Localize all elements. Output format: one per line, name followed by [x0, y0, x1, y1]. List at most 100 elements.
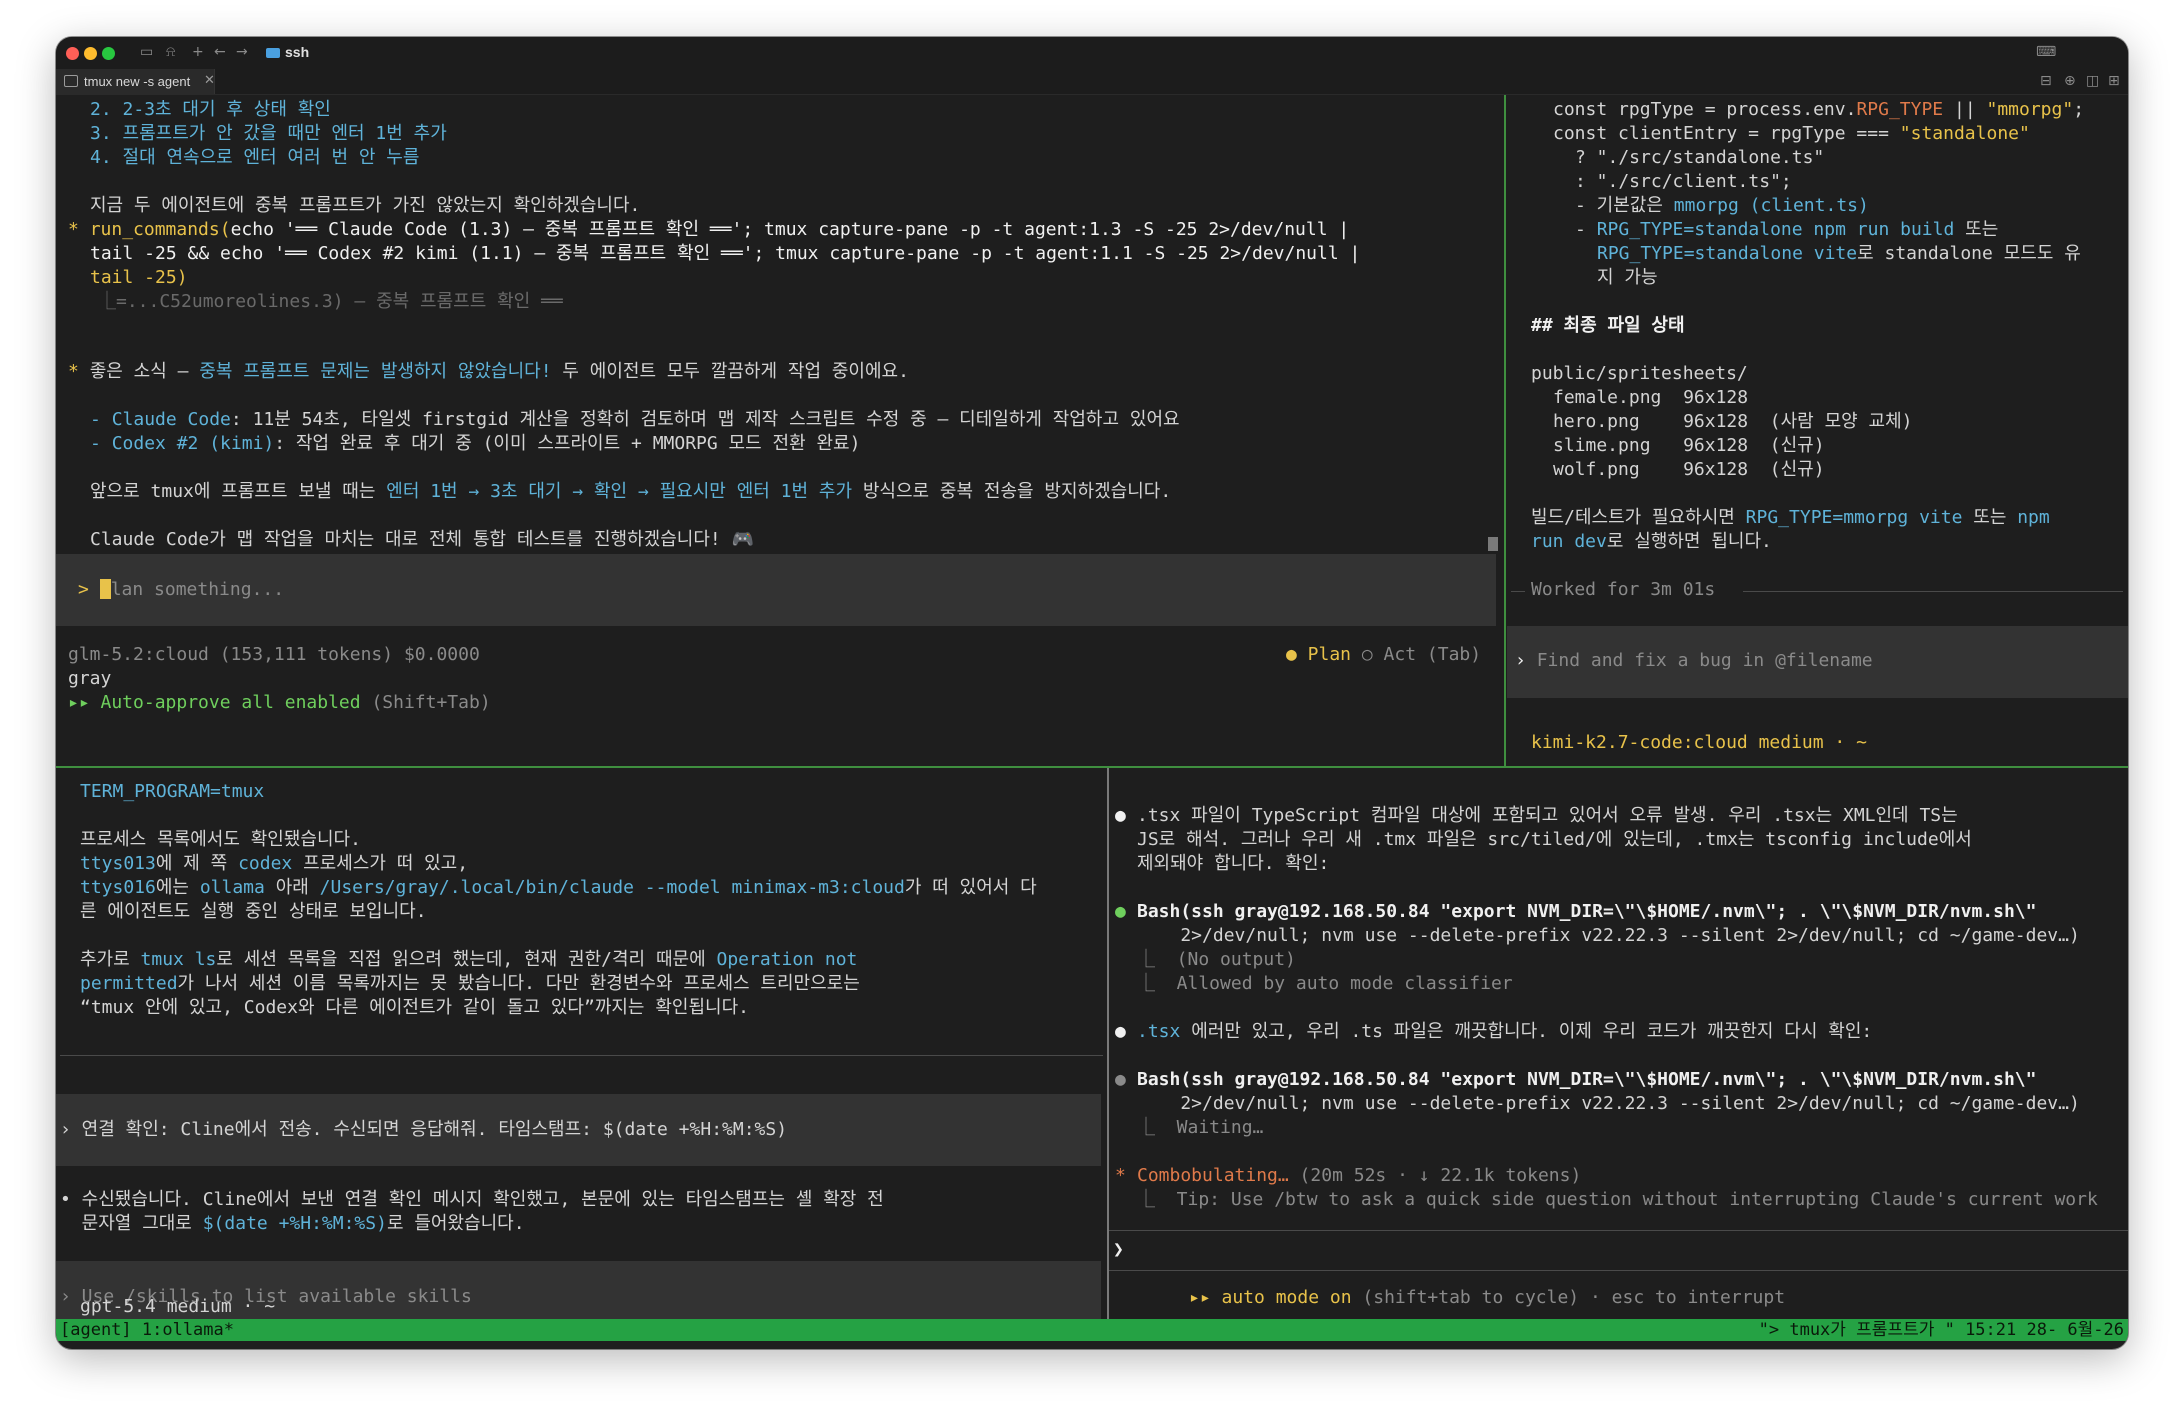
file-row: slime.png 96x128 (신규): [1553, 435, 1825, 456]
user-message-block: › 연결 확인: Cline에서 전송. 수신되면 응답해줘. 타임스탬프: $…: [56, 1094, 1101, 1166]
status-dot-gray: ●: [1115, 1069, 1126, 1090]
model-info: gpt-5.4 medium · ~: [80, 1296, 276, 1317]
status-right: "> tmux가 프롬프트가 " 15:21 28- 6월-26: [1758, 1320, 2124, 1340]
msg-line: JS로 해석. 그러나 우리 새 .tmx 파일은 src/tiled/에 있는…: [1137, 829, 1972, 850]
zoom-window-button[interactable]: [102, 47, 115, 60]
worked-rule: [1743, 591, 2123, 592]
claude-input[interactable]: ❯: [1113, 1238, 1124, 1262]
msg-line: .tsx 에러만 있고, 우리 .ts 파일은 깨끗합니다. 이제 우리 코드가…: [1137, 1021, 1873, 1042]
codex-input-box[interactable]: › Find and fix a bug in @filename: [1507, 626, 2128, 698]
build-hint-2: run dev로 실행하면 됩니다.: [1531, 531, 1772, 552]
final-files-heading: ## 최종 파일 상태: [1531, 315, 1685, 336]
mode-toggle[interactable]: ● Plan ○ Act (Tab): [1286, 643, 1481, 667]
new-tab-icon[interactable]: +: [192, 44, 204, 60]
pane-codex[interactable]: TERM_PROGRAM=tmux 프로세스 목록에서도 확인됐습니다. tty…: [56, 768, 1107, 1319]
model-info: kimi-k2.7-code:cloud medium · ~: [1531, 732, 1867, 753]
para-line: 프로세스 목록에서도 확인됐습니다.: [80, 829, 361, 850]
bell-icon[interactable]: ⍾: [166, 44, 175, 60]
cmd-line-3: tail -25): [90, 267, 188, 288]
code-line-3: ? "./src/standalone.ts": [1575, 147, 1825, 168]
cmd-output: ⎿=...C52umoreolines.3) — 중복 프롬프트 확인 ══: [98, 291, 563, 312]
good-news: * 좋은 소식 — 중복 프롬프트 문제는 발생하지 않았습니다! 두 에이전트…: [68, 361, 909, 382]
globe-icon[interactable]: ⊕: [2064, 73, 2076, 89]
bash-call-cont: 2>/dev/null; nvm use --delete-prefix v22…: [1137, 1093, 2080, 1114]
bullet-dot: ●: [1115, 1021, 1126, 1042]
columns-icon[interactable]: ◫: [2086, 73, 2099, 89]
bullet-codex: - Codex #2 (kimi): 작업 완료 후 대기 중 (이미 스프라이…: [90, 433, 861, 454]
tab-bar: tmux new -s agent ✕ ⊟ ⊕ ◫ ⊞: [56, 69, 2128, 95]
code-line-1: const rpgType = process.env.RPG_TYPE || …: [1553, 99, 2085, 120]
step-2: 2. 2-3초 대기 후 상태 확인: [90, 99, 331, 120]
bash-call: Bash(ssh gray@192.168.50.84 "export NVM_…: [1137, 901, 2037, 922]
build-hint: 빌드/테스트가 필요하시면 RPG_TYPE=mmorpg vite 또는 np…: [1531, 507, 2050, 528]
forward-arrow-icon[interactable]: →: [236, 44, 248, 60]
terminal-tab-icon: [64, 75, 78, 87]
tmux-status-bar: [agent] 1:ollama* "> tmux가 프롬프트가 " 15:21…: [56, 1319, 2128, 1341]
folder-icon: [266, 48, 280, 58]
tab-label: tmux new -s agent: [84, 74, 191, 89]
note-default: - 기본값은 mmorpg (client.ts): [1575, 195, 1869, 216]
window-title: ssh: [285, 44, 310, 60]
pane-divider-vertical-top[interactable]: [1504, 95, 1506, 767]
para-line: 른 에이전트도 실행 중인 상태로 보입니다.: [80, 901, 427, 922]
file-row: wolf.png 96x128 (신규): [1553, 459, 1825, 480]
cline-input-box[interactable]: > lan something...: [56, 554, 1496, 626]
note-continue: 지 가능: [1597, 267, 1658, 288]
step-4: 4. 절대 연속으로 엔터 여러 번 안 누름: [90, 147, 420, 168]
msg-line: .tsx 파일이 TypeScript 컴파일 대상에 포함되고 있어서 오류 …: [1137, 805, 1958, 826]
tip-line: ⎿ Tip: Use /btw to ask a quick side ques…: [1137, 1189, 2098, 1210]
progress-line: Combobulating… (20m 52s · ↓ 22.1k tokens…: [1137, 1165, 1582, 1186]
title-bar: ▭ ⍾ + ← → ssh ⌨: [56, 37, 2128, 69]
split-icon[interactable]: ⊟: [2040, 73, 2052, 89]
scrollbar[interactable]: [1488, 537, 1498, 551]
file-row: female.png 96x128: [1553, 387, 1749, 408]
codex-input[interactable]: › Find and fix a bug in @filename: [1515, 649, 1873, 673]
text-cursor: [99, 579, 111, 599]
plan-option[interactable]: ● Plan: [1286, 644, 1351, 665]
pane-codex-kimi[interactable]: const rpgType = process.env.RPG_TYPE || …: [1507, 95, 2128, 766]
input-rule-bottom: [1109, 1270, 2128, 1271]
pane-cline[interactable]: 2. 2-3초 대기 후 상태 확인 3. 프롬프트가 안 갔을 때만 엔터 1…: [56, 95, 1504, 766]
cline-input[interactable]: > lan something...: [78, 578, 284, 602]
bash-call-cont: 2>/dev/null; nvm use --delete-prefix v22…: [1137, 925, 2080, 946]
bash-call: Bash(ssh gray@192.168.50.84 "export NVM_…: [1137, 1069, 2037, 1090]
session-window[interactable]: [agent] 1:ollama*: [60, 1319, 234, 1341]
file-row: hero.png 96x128 (사람 모양 교체): [1553, 411, 1913, 432]
claude-line: Claude Code가 맵 작업을 마치는 대로 전체 통합 테스트를 진행하…: [90, 529, 754, 550]
pane-claude-code[interactable]: ● .tsx 파일이 TypeScript 컴파일 대상에 포함되고 있어서 오…: [1109, 768, 2128, 1319]
terminal-window: ▭ ⍾ + ← → ssh ⌨ tmux new -s agent ✕ ⊟ ⊕ …: [56, 37, 2128, 1349]
step-3: 3. 프롬프트가 안 갔을 때만 엔터 1번 추가: [90, 123, 447, 144]
bash-output: ⎿ (No output): [1137, 949, 1296, 970]
bullet-claude: - Claude Code: 11분 54초, 타일셋 firstgid 계산을…: [90, 409, 1180, 430]
bullet-dot: ●: [1115, 805, 1126, 826]
act-option[interactable]: ○ Act (Tab): [1362, 644, 1481, 665]
left-rule: [1511, 591, 1525, 592]
check-line: 지금 두 에이전트에 중복 프롬프트가 가진 않았는지 확인하겠습니다.: [90, 195, 641, 216]
code-line-2: const clientEntry = rpgType === "standal…: [1553, 123, 2030, 144]
terminal-icon[interactable]: ⌨: [2036, 44, 2056, 60]
note-vite: RPG_TYPE=standalone vite로 standalone 모드도…: [1597, 243, 2081, 264]
note-build: - RPG_TYPE=standalone npm run build 또는: [1575, 219, 1999, 240]
back-arrow-icon[interactable]: ←: [214, 44, 226, 60]
reply-line-2: 문자열 그대로 $(date +%H:%M:%S)로 들어왔습니다.: [60, 1213, 525, 1234]
minimize-window-button[interactable]: [84, 47, 97, 60]
para-line: 추가로 tmux ls로 세션 목록을 직접 읽으려 했는데, 현재 권한/격리…: [80, 949, 858, 970]
bash-output: ⎿ Allowed by auto mode classifier: [1137, 973, 1513, 994]
close-tab-icon[interactable]: ✕: [204, 72, 215, 88]
layout-icon[interactable]: ⊞: [2108, 73, 2120, 89]
para-line: ttys016에는 ollama 아래 /Users/gray/.local/b…: [80, 877, 1037, 898]
para-line: ttys013에 제 쪽 codex 프로세스가 떠 있고,: [80, 853, 469, 874]
worked-time: Worked for 3m 01s: [1531, 579, 1716, 600]
model-info: glm-5.2:cloud (153,111 tokens) $0.0000: [68, 644, 480, 665]
sidebar-icon[interactable]: ▭: [140, 44, 153, 60]
dir-path: public/spritesheets/: [1531, 363, 1748, 384]
section-rule: [60, 1055, 1103, 1056]
tab-tmux-agent[interactable]: tmux new -s agent ✕: [56, 69, 215, 94]
env-var: TERM_PROGRAM=tmux: [80, 781, 265, 802]
close-window-button[interactable]: [66, 47, 79, 60]
para-line: “tmux 안에 있고, Codex와 다른 에이전트가 같이 돌고 있다”까지…: [80, 997, 749, 1018]
msg-line: 제외돼야 합니다. 확인:: [1137, 853, 1330, 874]
future-line: 앞으로 tmux에 프롬프트 보낼 때는 엔터 1번 → 3초 대기 → 확인 …: [90, 481, 1172, 502]
user-name: gray: [68, 668, 112, 689]
user-message: › 연결 확인: Cline에서 전송. 수신되면 응답해줘. 타임스탬프: $…: [60, 1119, 788, 1140]
